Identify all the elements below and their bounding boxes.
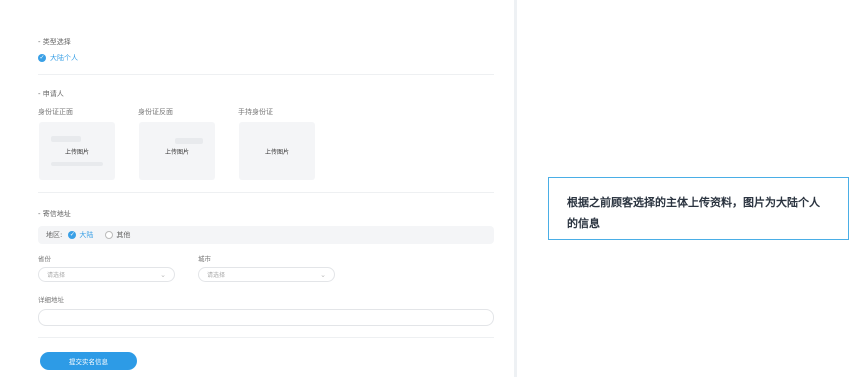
upload-id-front[interactable]: 上传图片 <box>39 122 115 180</box>
section-divider <box>38 337 494 338</box>
region-radio-other[interactable]: 其他 <box>105 230 130 240</box>
upload-button-label: 上传图片 <box>164 149 189 156</box>
applicant-section-title: - 申请人 <box>38 90 64 98</box>
form-panel: - 类型选择 ✓ 大陆个人 - 申请人 身份证正面 上传图片 身份证反面 上传图… <box>0 0 514 377</box>
section-divider <box>38 192 494 193</box>
image-placeholder <box>51 136 81 142</box>
type-radio-mainland-individual[interactable]: ✓ 大陆个人 <box>38 53 78 63</box>
image-placeholder <box>175 138 203 144</box>
region-selector: 地区: ✓ 大陆 其他 <box>38 226 494 244</box>
region-option-label: 大陆 <box>79 231 94 239</box>
check-circle-icon: ✓ <box>68 231 77 239</box>
upload-label-id-handheld: 手持身份证 <box>238 108 273 116</box>
image-placeholder <box>51 162 103 166</box>
chevron-down-icon: ⌄ <box>160 270 166 279</box>
province-placeholder: 请选择 <box>47 272 66 279</box>
region-label: 地区: <box>46 231 63 239</box>
radio-circle-icon <box>105 231 114 239</box>
upload-button-label: 上传图片 <box>264 149 289 156</box>
annotation-callout: 根据之前顾客选择的主体上传资料，图片为大陆个人的信息 <box>548 177 849 240</box>
check-circle-icon: ✓ <box>38 54 46 62</box>
section-divider <box>38 74 494 75</box>
address-section-title: - 寄信地址 <box>38 210 71 218</box>
chevron-down-icon: ⌄ <box>320 270 326 279</box>
upload-label-id-back: 身份证反面 <box>138 108 173 116</box>
detail-address-input[interactable] <box>38 309 494 326</box>
city-select[interactable]: 请选择 ⌄ <box>198 267 335 282</box>
city-label: 城市 <box>198 255 211 263</box>
upload-button-label: 上传图片 <box>64 149 89 156</box>
type-option-label: 大陆个人 <box>50 54 78 62</box>
callout-text: 根据之前顾客选择的主体上传资料，图片为大陆个人的信息 <box>567 196 820 230</box>
upload-id-handheld[interactable]: 上传图片 <box>239 122 315 180</box>
region-option-label: 其他 <box>116 231 131 239</box>
upload-id-back[interactable]: 上传图片 <box>139 122 215 180</box>
submit-button[interactable]: 提交实名信息 <box>40 352 137 370</box>
type-section-title: - 类型选择 <box>38 38 71 46</box>
province-label: 省份 <box>38 255 51 263</box>
upload-label-id-front: 身份证正面 <box>38 108 73 116</box>
detail-address-label: 详细地址 <box>38 296 64 304</box>
city-placeholder: 请选择 <box>207 272 226 279</box>
region-radio-mainland[interactable]: ✓ 大陆 <box>68 230 93 240</box>
province-select[interactable]: 请选择 ⌄ <box>38 267 175 282</box>
